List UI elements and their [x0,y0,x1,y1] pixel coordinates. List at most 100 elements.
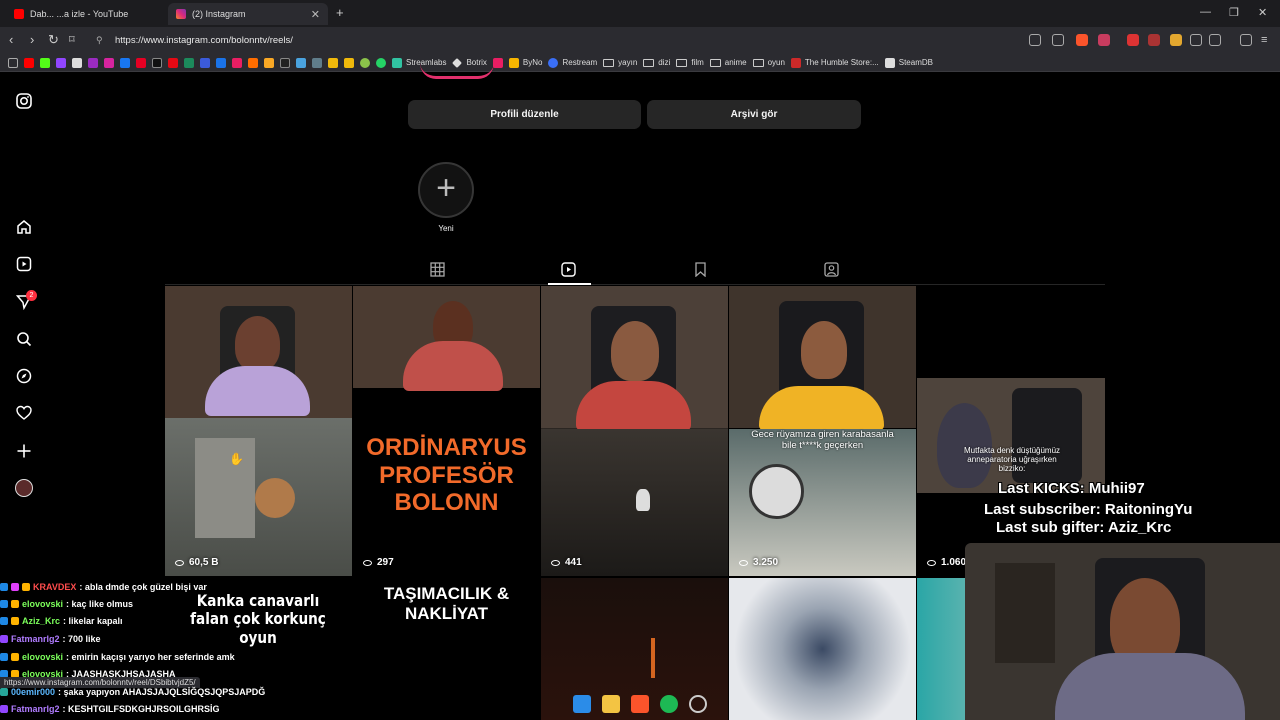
streamer-shirt [205,366,310,416]
search-icon[interactable] [16,331,32,347]
reload-button[interactable]: ↻ [48,33,59,47]
explore-icon[interactable] [16,368,32,384]
tiktok-bookmark-icon[interactable] [152,57,162,68]
reel-tile[interactable] [729,578,916,720]
bookmark-icon[interactable] [264,57,274,68]
chat-text: : kaç like olmus [66,599,134,609]
new-tab-button[interactable]: + [336,5,344,20]
bookmark-icon[interactable] [248,57,258,68]
x-bookmark-icon[interactable] [72,57,82,68]
moderator-badge-icon [0,653,8,661]
new-highlight-button[interactable]: + [418,162,474,218]
reel-title-line: BOLONN [394,489,499,517]
subscriber-badge-icon [0,705,8,713]
extension-icon[interactable] [1148,34,1160,46]
reel-title-text: ORDİNARYUS PROFESÖR BOLONN [353,434,540,517]
brave-rewards-icon[interactable] [1098,34,1110,46]
url-field[interactable]: ⚲ https://www.instagram.com/bolonntv/ree… [90,31,1015,50]
tab-youtube[interactable]: Dab... ...a izle - YouTube [6,3,164,25]
eye-icon [363,559,372,566]
streamlabs-icon [392,57,402,68]
reel-tile[interactable]: ORDİNARYUS PROFESÖR BOLONN 297 [353,286,540,576]
instagram-logo-icon[interactable] [16,93,32,109]
bookmark-icon[interactable] [216,57,226,68]
leo-ai-icon[interactable] [1240,34,1252,46]
bookmark-folder-film[interactable]: film [676,58,704,67]
home-icon[interactable] [16,219,32,235]
back-button[interactable]: ‹ [9,33,13,47]
twitch-bookmark-icon[interactable] [56,57,66,68]
bookmark-icon[interactable] [232,57,242,68]
cast-icon[interactable] [1029,34,1041,46]
extensions-puzzle-icon[interactable] [1190,34,1202,46]
tab-reels-icon[interactable] [561,262,576,280]
bookmark-folder-yayin[interactable]: yayın [603,58,637,67]
folder-icon [752,58,764,67]
view-archive-button[interactable]: Arşivi gör [647,100,861,129]
extension-icon[interactable] [1170,34,1182,46]
bookmark-humble[interactable]: The Humble Store:... [790,57,879,68]
bookmark-icon[interactable] [360,57,370,68]
brave-browser-icon[interactable] [631,695,649,713]
bookmark-icon[interactable] [492,57,503,68]
eye-icon [175,559,184,566]
reel-tile[interactable]: Gece rüyamıza giren karabasanla bile t**… [729,286,916,576]
obs-icon[interactable] [689,695,707,713]
tab-posts-icon[interactable] [430,262,445,280]
reel-tile[interactable]: 441 [541,286,728,576]
bookmark-icon[interactable] [344,57,354,68]
gmail-icon[interactable] [1127,34,1139,46]
streamer-shirt [576,381,691,431]
bookmark-icon[interactable] [200,57,210,68]
instagram-bookmark-icon[interactable] [104,57,114,68]
apps-grid-icon[interactable] [8,57,18,68]
edit-profile-button[interactable]: Profili düzenle [408,100,641,129]
windows-start-icon[interactable] [573,695,591,713]
menu-icon[interactable]: ≡ [1261,33,1267,47]
binance-bookmark-icon[interactable] [328,57,338,68]
bookmark-icon[interactable] [312,57,322,68]
pinterest-bookmark-icon[interactable] [136,57,146,68]
bookmark-restream[interactable]: Restream [548,57,597,68]
sidebar-toggle-icon[interactable] [1209,34,1221,46]
profile-avatar-ring[interactable] [420,63,494,79]
brave-shield-icon[interactable] [1076,34,1088,46]
site-info-icon[interactable]: ⚲ [96,35,103,46]
tab-instagram[interactable]: (2) Instagram ✕ [168,3,328,25]
whatsapp-bookmark-icon[interactable] [376,57,386,68]
youtube-bookmark-icon[interactable] [24,57,34,68]
close-tab-icon[interactable]: ✕ [311,8,320,21]
bookmark-icon[interactable] [184,57,194,68]
bookmark-icon[interactable] [88,57,98,68]
bookmark-folder-anime[interactable]: anime [709,58,747,67]
bookmark-steamdb[interactable]: SteamDB [884,57,933,68]
kick-bookmark-icon[interactable] [40,57,50,68]
file-explorer-icon[interactable] [602,695,620,713]
eye-icon [927,559,936,566]
minimize-button[interactable]: — [1200,6,1211,18]
bookmark-folder-dizi[interactable]: dizi [643,58,670,67]
share-icon[interactable] [1052,34,1064,46]
tab-saved-icon[interactable] [694,262,707,280]
spotify-icon[interactable] [660,695,678,713]
close-window-button[interactable]: ✕ [1258,6,1267,19]
reels-icon[interactable] [16,256,32,272]
bookmark-icon[interactable]: ⌑ [69,33,75,47]
reel-views: 441 [551,557,582,568]
bookmark-icon[interactable] [296,57,306,68]
bookmark-folder-oyun[interactable]: oyun [752,58,785,67]
facebook-bookmark-icon[interactable] [120,57,130,68]
profile-avatar[interactable] [15,479,33,497]
chat-message: elovovski : kaç like olmus [0,599,400,609]
amazon-bookmark-icon[interactable] [280,57,290,68]
forward-button[interactable]: › [30,33,34,47]
tab-tagged-icon[interactable] [824,262,839,280]
last-gifter-overlay: Last sub gifter: Aziz_Krc [996,519,1172,536]
restore-button[interactable]: ❐ [1229,6,1239,19]
create-icon[interactable] [16,443,32,459]
heart-icon[interactable] [16,405,32,421]
netflix-bookmark-icon[interactable] [168,57,178,68]
bookmark-byno[interactable]: ByNo [508,57,542,68]
reel-views: 297 [363,557,394,568]
reel-tile[interactable]: ✋ 60,5 B [165,286,352,576]
